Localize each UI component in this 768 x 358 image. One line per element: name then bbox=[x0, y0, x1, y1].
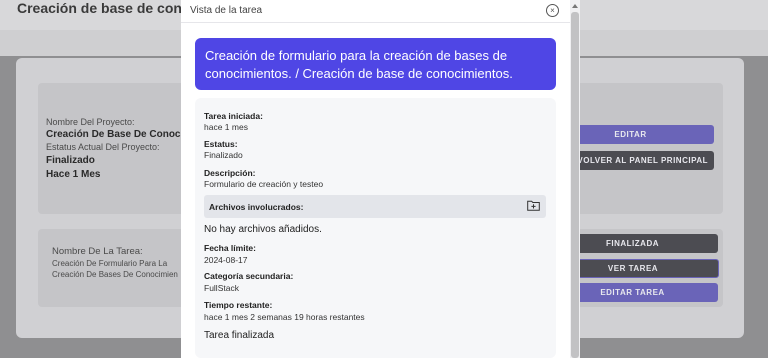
scrollbar-thumb[interactable] bbox=[571, 12, 579, 358]
status-value: Finalizado bbox=[204, 150, 243, 160]
scroll-up-icon[interactable] bbox=[572, 4, 578, 8]
deadline-label: Fecha límite: bbox=[204, 243, 256, 253]
task-details-panel: Tarea iniciada: hace 1 mes Estatus: Fina… bbox=[195, 98, 556, 358]
started-value: hace 1 mes bbox=[204, 122, 248, 132]
modal-title: Vista de la tarea bbox=[190, 5, 263, 16]
modal-header: Vista de la tarea × bbox=[181, 0, 570, 23]
remaining-time-value: hace 1 mes 2 semanas 19 horas restantes bbox=[204, 312, 365, 322]
task-name-line1: Creación De Formulario Para La bbox=[52, 259, 168, 268]
started-label: Tarea iniciada: bbox=[204, 111, 263, 121]
project-time-value: Hace 1 Mes bbox=[46, 169, 101, 180]
project-name-value: Creación De Base De Conocim bbox=[46, 129, 193, 140]
task-view-modal: Vista de la tarea × Creación de formular… bbox=[181, 0, 570, 358]
deadline-value: 2024-08-17 bbox=[204, 255, 248, 265]
project-status-label: Estatus Actual Del Proyecto: bbox=[46, 142, 160, 152]
files-section-header: Archivos involucrados: bbox=[204, 195, 546, 218]
project-name-label: Nombre Del Proyecto: bbox=[46, 117, 135, 127]
task-name-label: Nombre De La Tarea: bbox=[52, 246, 143, 257]
no-files-text: No hay archivos añadidos. bbox=[204, 224, 322, 235]
description-label: Descripción: bbox=[204, 168, 256, 178]
task-name-line2: Creación De Bases De Conocimien bbox=[52, 270, 178, 279]
project-actions-panel bbox=[560, 83, 723, 214]
secondary-category-value: FullStack bbox=[204, 283, 239, 293]
task-title-banner: Creación de formulario para la creación … bbox=[195, 38, 556, 90]
status-label: Estatus: bbox=[204, 139, 238, 149]
files-label: Archivos involucrados: bbox=[209, 202, 304, 212]
task-finished-text: Tarea finalizada bbox=[204, 330, 275, 341]
secondary-category-label: Categoría secundaria: bbox=[204, 271, 294, 281]
project-status-value: Finalizado bbox=[46, 155, 95, 166]
folder-plus-icon[interactable] bbox=[527, 200, 540, 211]
remaining-time-label: Tiempo restante: bbox=[204, 300, 273, 310]
description-value: Formulario de creación y testeo bbox=[204, 179, 324, 189]
close-icon[interactable]: × bbox=[546, 4, 559, 17]
modal-scrollbar[interactable] bbox=[570, 0, 580, 358]
